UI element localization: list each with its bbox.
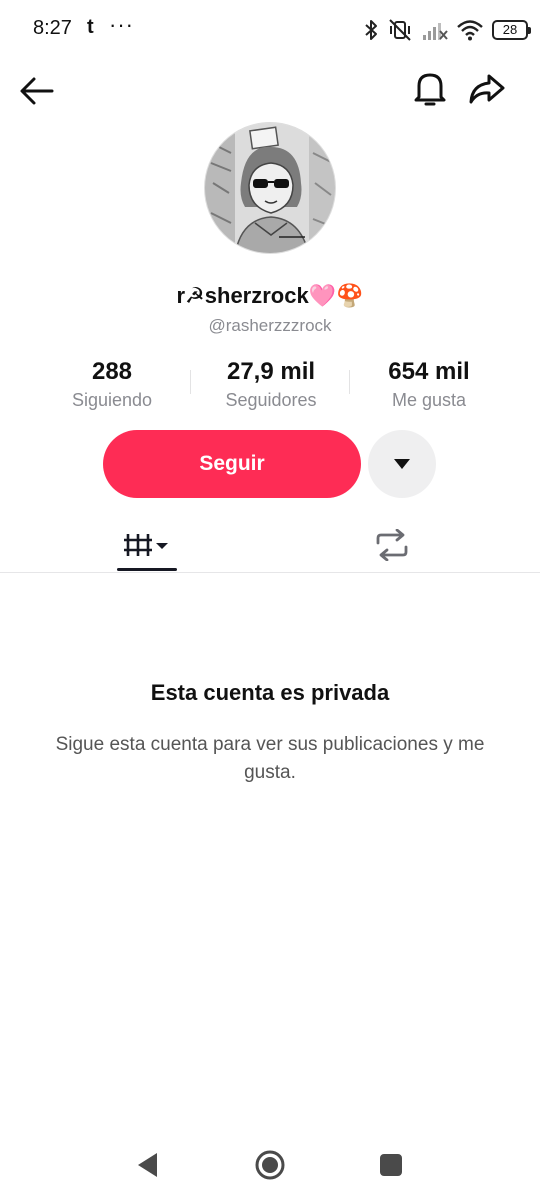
tab-reposts[interactable] [362,520,422,570]
stat-following[interactable]: 288 Siguiendo [37,356,187,412]
back-button[interactable] [14,68,60,114]
followers-label: Seguidores [225,390,317,410]
status-time: 8:27 [33,17,72,39]
nav-recents-icon [380,1154,402,1176]
share-button[interactable] [464,66,510,112]
likes-label: Me gusta [391,390,467,410]
vibrate-off-icon [389,19,411,41]
wifi-icon [457,20,483,41]
follow-button[interactable]: Seguir [103,430,361,498]
tab-videos[interactable] [117,520,177,570]
tumblr-notification-icon: t [87,16,94,38]
following-label: Siguiendo [71,390,153,410]
system-back-button[interactable] [130,1147,166,1183]
system-home-button[interactable] [252,1147,288,1183]
tabs-divider [0,572,540,573]
bluetooth-icon [365,20,377,40]
stat-followers[interactable]: 27,9 mil Seguidores [196,356,346,412]
nav-back-icon [138,1153,157,1177]
stat-divider [349,370,350,394]
private-account-subtitle: Sigue esta cuenta para ver sus publicaci… [55,734,485,783]
battery-level: 28 [502,22,518,37]
share-icon [469,74,505,104]
arrow-left-icon [20,77,54,105]
status-icons: 28 [364,16,531,44]
username-handle: @rasherzzzrock [208,316,332,335]
system-recents-button[interactable] [373,1147,409,1183]
battery-icon: 28 [492,20,531,40]
more-notifications-icon: ··· [109,12,134,37]
notifications-button[interactable] [407,66,453,112]
repost-icon [376,529,408,561]
status-bar: 8:27 t ··· 28 [0,0,540,58]
private-account-title: Esta cuenta es privada [150,680,390,705]
suggested-accounts-button[interactable] [368,430,436,498]
display-name: r☭sherzrock🩷🍄 [176,283,364,308]
signal-off-icon [423,23,448,40]
following-count: 288 [91,358,133,385]
bell-icon [414,73,446,106]
grid-videos-icon [124,534,168,556]
active-tab-indicator [117,568,177,571]
followers-count: 27,9 mil [226,358,316,385]
stat-likes[interactable]: 654 mil Me gusta [354,356,504,412]
caret-down-icon [394,459,410,469]
avatar[interactable] [204,122,336,254]
likes-count: 654 mil [388,358,470,385]
stat-divider [190,370,191,394]
nav-home-icon [255,1150,285,1180]
avatar-image [205,123,335,253]
